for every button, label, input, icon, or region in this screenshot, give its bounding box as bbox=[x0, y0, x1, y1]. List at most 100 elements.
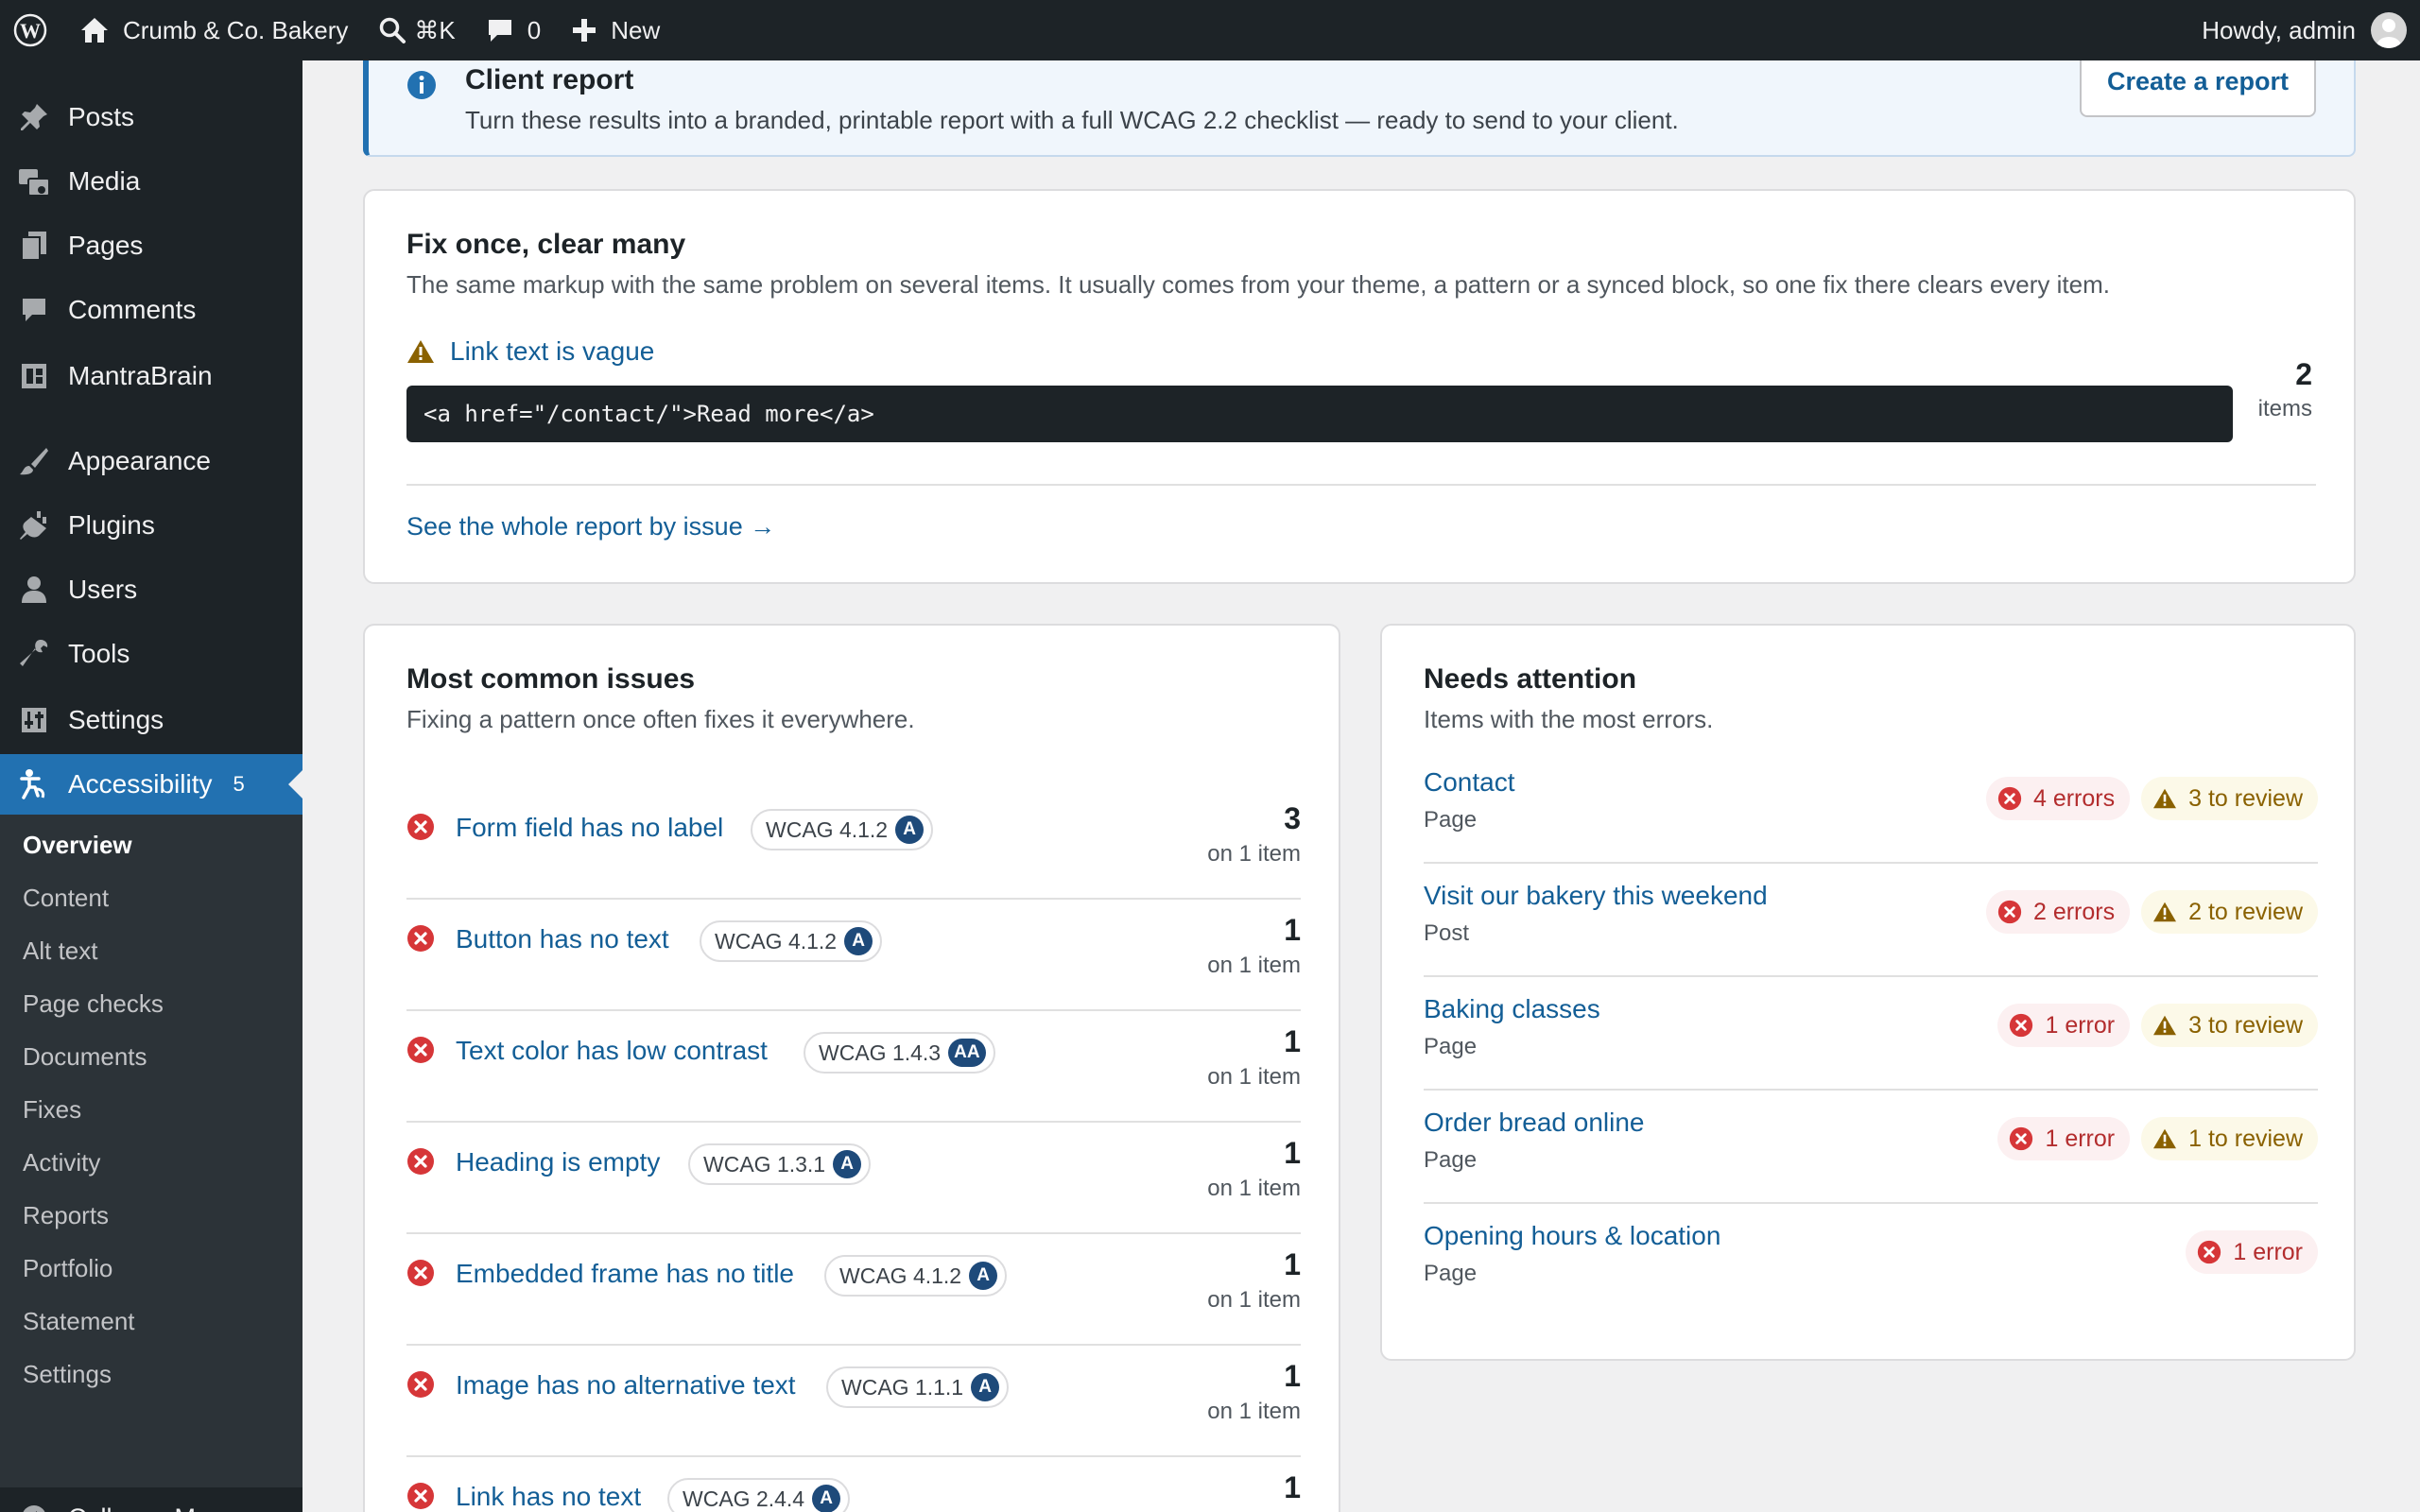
sidebar-item-pages[interactable]: Pages bbox=[0, 215, 302, 276]
media-icon bbox=[19, 169, 50, 197]
wcag-criterion: WCAG 1.3.1 bbox=[703, 1151, 826, 1177]
item-type: Page bbox=[1424, 1261, 1478, 1286]
issue-count: 1 bbox=[1284, 1024, 1301, 1058]
warning-icon bbox=[2153, 902, 2177, 922]
wcag-badge: WCAG 4.1.2 A bbox=[824, 1255, 1008, 1297]
status-pills: 1 error 3 to review bbox=[1997, 1004, 2318, 1047]
fix-once-card: Fix once, clear many The same markup wit… bbox=[363, 189, 2356, 584]
error-count: 1 error bbox=[2045, 1011, 2116, 1039]
error-icon bbox=[1997, 786, 2022, 811]
submenu-alt-text[interactable]: Alt text bbox=[23, 924, 97, 977]
sidebar-item-appearance[interactable]: Appearance bbox=[0, 431, 302, 491]
plug-icon bbox=[20, 511, 46, 540]
sidebar-item-mantrabrain[interactable]: MantraBrain bbox=[0, 346, 302, 406]
review-count: 3 to review bbox=[2188, 784, 2303, 812]
wrench-icon bbox=[20, 640, 48, 666]
sidebar-item-users[interactable]: Users bbox=[0, 559, 302, 620]
card-subtitle: Fixing a pattern once often fixes it eve… bbox=[406, 705, 915, 733]
error-icon bbox=[407, 1371, 434, 1398]
sidebar-item-label: Settings bbox=[68, 705, 164, 734]
sidebar-item-accessibility[interactable]: Accessibility 5 bbox=[0, 754, 302, 815]
issue-link[interactable]: Heading is empty bbox=[456, 1147, 660, 1177]
item-link[interactable]: Baking classes bbox=[1424, 994, 1600, 1024]
sidebar-item-media[interactable]: Media bbox=[0, 151, 302, 212]
issue-row: Form field has no label WCAG 4.1.2 A 3 o… bbox=[406, 788, 1301, 900]
issue-scope: on 1 item bbox=[1207, 1287, 1301, 1313]
item-link[interactable]: Opening hours & location bbox=[1424, 1221, 1720, 1251]
error-count-pill: 4 errors bbox=[1985, 777, 2131, 820]
issue-row: Embedded frame has no title WCAG 4.1.2 A… bbox=[406, 1234, 1301, 1346]
sidebar-item-posts[interactable]: Posts bbox=[0, 87, 302, 147]
submenu-content[interactable]: Content bbox=[23, 871, 109, 924]
submenu-overview[interactable]: Overview bbox=[23, 818, 132, 871]
status-pills: 2 errors 2 to review bbox=[1985, 890, 2318, 934]
error-icon bbox=[407, 814, 434, 840]
review-count-pill: 2 to review bbox=[2141, 890, 2318, 934]
create-report-button[interactable]: Create a report bbox=[2080, 60, 2316, 117]
wcag-level: AA bbox=[948, 1039, 986, 1067]
error-count-pill: 2 errors bbox=[1985, 890, 2131, 934]
new-label: New bbox=[611, 15, 661, 44]
search-icon bbox=[380, 17, 406, 43]
submenu-portfolio[interactable]: Portfolio bbox=[23, 1242, 112, 1295]
wcag-badge: WCAG 2.4.4 A bbox=[667, 1478, 851, 1512]
error-count-pill: 1 error bbox=[2186, 1230, 2318, 1274]
issue-link[interactable]: Form field has no label bbox=[456, 813, 723, 843]
command-search-button[interactable]: ⌘K bbox=[363, 0, 470, 60]
item-link[interactable]: Order bread online bbox=[1424, 1108, 1644, 1138]
sidebar-item-plugins[interactable]: Plugins bbox=[0, 495, 302, 556]
site-name-link[interactable]: Crumb & Co. Bakery bbox=[64, 0, 363, 60]
item-link[interactable]: Visit our bakery this weekend bbox=[1424, 881, 1768, 911]
sidebar-item-settings[interactable]: Settings bbox=[0, 690, 302, 750]
pages-icon bbox=[21, 232, 46, 261]
vague-link-issue[interactable]: Link text is vague bbox=[406, 336, 654, 367]
submenu-statement[interactable]: Statement bbox=[23, 1295, 135, 1348]
attention-row: Baking classes Page 1 error 3 to review bbox=[1424, 977, 2318, 1091]
submenu-documents[interactable]: Documents bbox=[23, 1030, 147, 1083]
wordpress-logo-icon[interactable]: W bbox=[0, 0, 64, 60]
issue-link[interactable]: Button has no text bbox=[456, 924, 669, 954]
avatar bbox=[2371, 12, 2407, 48]
comments-button[interactable]: 0 bbox=[471, 0, 556, 60]
review-count: 3 to review bbox=[2188, 1011, 2303, 1039]
home-icon bbox=[81, 18, 108, 43]
item-link[interactable]: Contact bbox=[1424, 767, 1515, 798]
sidebar-item-label: MantraBrain bbox=[68, 361, 213, 390]
issue-row: Link has no text WCAG 2.4.4 A 1 on 1 ite… bbox=[406, 1457, 1301, 1512]
sidebar-item-comments[interactable]: Comments bbox=[0, 280, 302, 340]
search-shortcut: ⌘K bbox=[414, 15, 456, 44]
error-count: 2 errors bbox=[2032, 898, 2116, 925]
sidebar-item-tools[interactable]: Tools bbox=[0, 624, 302, 684]
wcag-criterion: WCAG 4.1.2 bbox=[839, 1263, 962, 1288]
grid-icon bbox=[22, 364, 46, 388]
attention-row: Visit our bakery this weekend Post 2 err… bbox=[1424, 864, 2318, 977]
wcag-badge: WCAG 1.4.3 AA bbox=[804, 1032, 995, 1074]
report-by-issue-link[interactable]: See the whole report by issue → bbox=[406, 512, 775, 541]
issue-link[interactable]: Embedded frame has no title bbox=[456, 1259, 794, 1289]
new-content-button[interactable]: New bbox=[556, 0, 675, 60]
account-menu[interactable]: Howdy, admin bbox=[2187, 0, 2420, 60]
client-report-notice: Client report Turn these results into a … bbox=[363, 60, 2356, 157]
sidebar-item-label: Tools bbox=[68, 639, 130, 668]
submenu-reports[interactable]: Reports bbox=[23, 1189, 109, 1242]
issue-link[interactable]: Text color has low contrast bbox=[456, 1036, 768, 1066]
issue-link[interactable]: Link has no text bbox=[456, 1482, 641, 1512]
sidebar-item-label: Users bbox=[68, 575, 138, 604]
issue-scope: on 1 item bbox=[1207, 953, 1301, 978]
submenu-fixes[interactable]: Fixes bbox=[23, 1083, 81, 1136]
wcag-badge: WCAG 1.3.1 A bbox=[688, 1143, 872, 1185]
main-content: Client report Turn these results into a … bbox=[302, 60, 2420, 1512]
comment-icon bbox=[488, 20, 511, 42]
submenu-settings[interactable]: Settings bbox=[23, 1348, 112, 1400]
card-title: Needs attention bbox=[1424, 663, 1637, 695]
review-count: 1 to review bbox=[2188, 1125, 2303, 1152]
issue-link[interactable]: Image has no alternative text bbox=[456, 1370, 796, 1400]
error-icon bbox=[407, 1148, 434, 1175]
collapse-menu-button[interactable]: Collapse Menu bbox=[0, 1487, 302, 1512]
issue-count: 3 bbox=[1284, 801, 1301, 835]
error-count: 4 errors bbox=[2032, 784, 2116, 812]
collapse-icon bbox=[23, 1505, 45, 1512]
submenu-activity[interactable]: Activity bbox=[23, 1136, 100, 1189]
submenu-page-checks[interactable]: Page checks bbox=[23, 977, 164, 1030]
error-icon bbox=[407, 925, 434, 952]
